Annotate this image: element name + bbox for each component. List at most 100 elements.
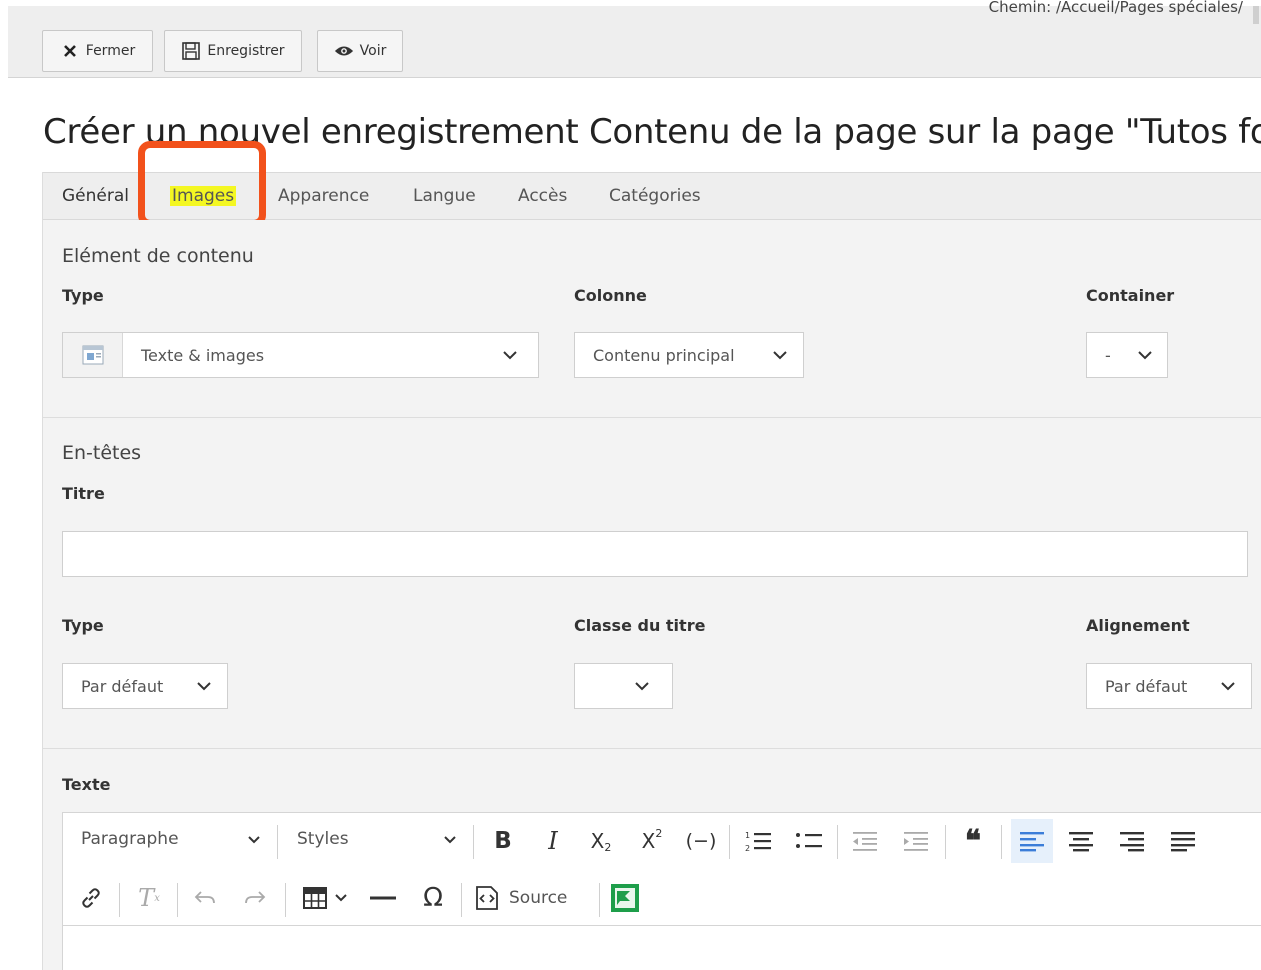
separator (285, 883, 286, 917)
tab-appearance[interactable]: Apparence (278, 186, 369, 206)
subscript-icon[interactable]: X2 (583, 823, 619, 859)
separator (177, 883, 178, 917)
separator (837, 825, 838, 859)
ctype-select[interactable]: Texte & images (62, 332, 539, 378)
close-icon (60, 41, 80, 61)
clear-format-icon[interactable]: Tx (131, 880, 167, 916)
source-label: Source (509, 888, 568, 908)
section-title: En-têtes (62, 442, 142, 464)
bullet-list-icon[interactable] (791, 823, 827, 859)
styles-dropdown[interactable]: Styles (297, 829, 457, 849)
tab-language[interactable]: Langue (413, 186, 476, 206)
view-label: Voir (359, 43, 387, 59)
svg-text:1: 1 (745, 831, 750, 840)
separator (945, 825, 946, 859)
text-label: Texte (62, 775, 111, 794)
styles-value: Styles (297, 829, 349, 849)
align-justify-icon[interactable] (1165, 823, 1201, 859)
header-class-select[interactable] (574, 663, 673, 709)
header-align-select[interactable]: Par défaut (1086, 663, 1252, 709)
link-icon[interactable] (73, 880, 109, 916)
header-align-label: Alignement (1086, 616, 1190, 635)
chevron-down-icon (757, 350, 803, 360)
tab-images[interactable]: Images (170, 186, 237, 206)
horizontal-line-icon[interactable] (365, 880, 401, 916)
record-form: Général Images Apparence Langue Accès Ca… (42, 141, 1261, 970)
top-toolbar: Chemin: /Accueil/Pages spéciales/ Fermer… (8, 0, 1261, 78)
save-icon (181, 41, 201, 61)
header-align-value: Par défaut (1105, 676, 1188, 696)
view-button[interactable]: Voir (317, 30, 403, 72)
headers-section: En-têtes Titre Type Par défaut Classe du… (43, 419, 1261, 749)
align-center-icon[interactable] (1063, 823, 1099, 859)
column-label: Colonne (574, 286, 647, 305)
separator (599, 883, 600, 917)
italic-icon[interactable]: I (535, 823, 571, 859)
chevron-down-icon (612, 681, 672, 691)
breadcrumb: Chemin: /Accueil/Pages spéciales/ (988, 0, 1243, 16)
insert-image-icon[interactable] (607, 880, 643, 916)
container-select[interactable]: - (1086, 332, 1168, 378)
special-char-icon[interactable]: Ω (415, 880, 451, 916)
superscript-icon[interactable]: X2 (634, 823, 670, 859)
header-type-label: Type (62, 616, 104, 635)
indent-icon[interactable] (898, 823, 934, 859)
chevron-down-icon (1123, 350, 1167, 360)
source-button[interactable]: Source (473, 880, 585, 916)
format-dropdown[interactable]: Paragraphe (81, 829, 261, 849)
header-class-label: Classe du titre (574, 616, 706, 635)
blockquote-icon[interactable]: ❝ (955, 823, 991, 859)
column-select[interactable]: Contenu principal (574, 332, 804, 378)
format-value: Paragraphe (81, 829, 179, 849)
separator (729, 825, 730, 859)
tab-bar: Général Images Apparence Langue Accès Ca… (43, 141, 1261, 227)
eye-icon (334, 41, 354, 61)
separator (119, 883, 120, 917)
source-icon (476, 886, 498, 910)
table-icon[interactable] (295, 880, 355, 916)
content-element-section: Elément de contenu Type Texte & images C… (43, 220, 1261, 418)
close-label: Fermer (85, 43, 136, 59)
numbered-list-icon[interactable]: 12 (740, 823, 776, 859)
svg-text:2: 2 (745, 844, 750, 853)
redo-icon[interactable] (237, 880, 273, 916)
undo-icon[interactable] (187, 880, 223, 916)
separator (1001, 825, 1002, 859)
chevron-down-icon (1205, 681, 1251, 691)
text-image-icon (63, 333, 123, 377)
chevron-down-icon (335, 894, 347, 902)
container-value: - (1105, 345, 1111, 365)
save-button[interactable]: Enregistrer (164, 30, 302, 72)
chevron-down-icon (181, 681, 227, 691)
chevron-down-icon (444, 835, 456, 843)
tab-access[interactable]: Accès (518, 186, 567, 206)
editor-toolbar: Paragraphe Styles B I X2 X2 (−) 12 ❝ T x… (63, 813, 1261, 926)
tab-images-label: Images (170, 186, 237, 206)
close-button[interactable]: Fermer (42, 30, 153, 72)
tab-categories[interactable]: Catégories (609, 186, 701, 206)
outdent-icon[interactable] (847, 823, 883, 859)
save-label: Enregistrer (207, 43, 285, 59)
title-label: Titre (62, 484, 105, 503)
scroll-indicator (1253, 6, 1259, 24)
rich-text-editor: Paragraphe Styles B I X2 X2 (−) 12 ❝ T x… (62, 812, 1261, 970)
ctype-value: Texte & images (141, 345, 265, 365)
page-title: Créer un nouvel enregistrement Contenu d… (43, 112, 1261, 152)
separator (277, 825, 278, 859)
container-label: Container (1086, 286, 1175, 305)
chevron-down-icon (482, 350, 538, 360)
header-type-value: Par défaut (81, 676, 164, 696)
column-value: Contenu principal (593, 345, 735, 365)
align-left-icon[interactable] (1011, 819, 1053, 863)
title-input[interactable] (62, 531, 1248, 577)
chevron-down-icon (248, 835, 260, 843)
tab-general[interactable]: Général (62, 186, 129, 206)
align-right-icon[interactable] (1114, 823, 1150, 859)
separator (473, 825, 474, 859)
section-title: Elément de contenu (62, 245, 254, 267)
annotation-highlight-box (138, 141, 266, 227)
header-type-select[interactable]: Par défaut (62, 663, 228, 709)
bold-icon[interactable]: B (485, 823, 521, 859)
remove-format-icon[interactable]: (−) (683, 823, 719, 859)
separator (461, 883, 462, 917)
